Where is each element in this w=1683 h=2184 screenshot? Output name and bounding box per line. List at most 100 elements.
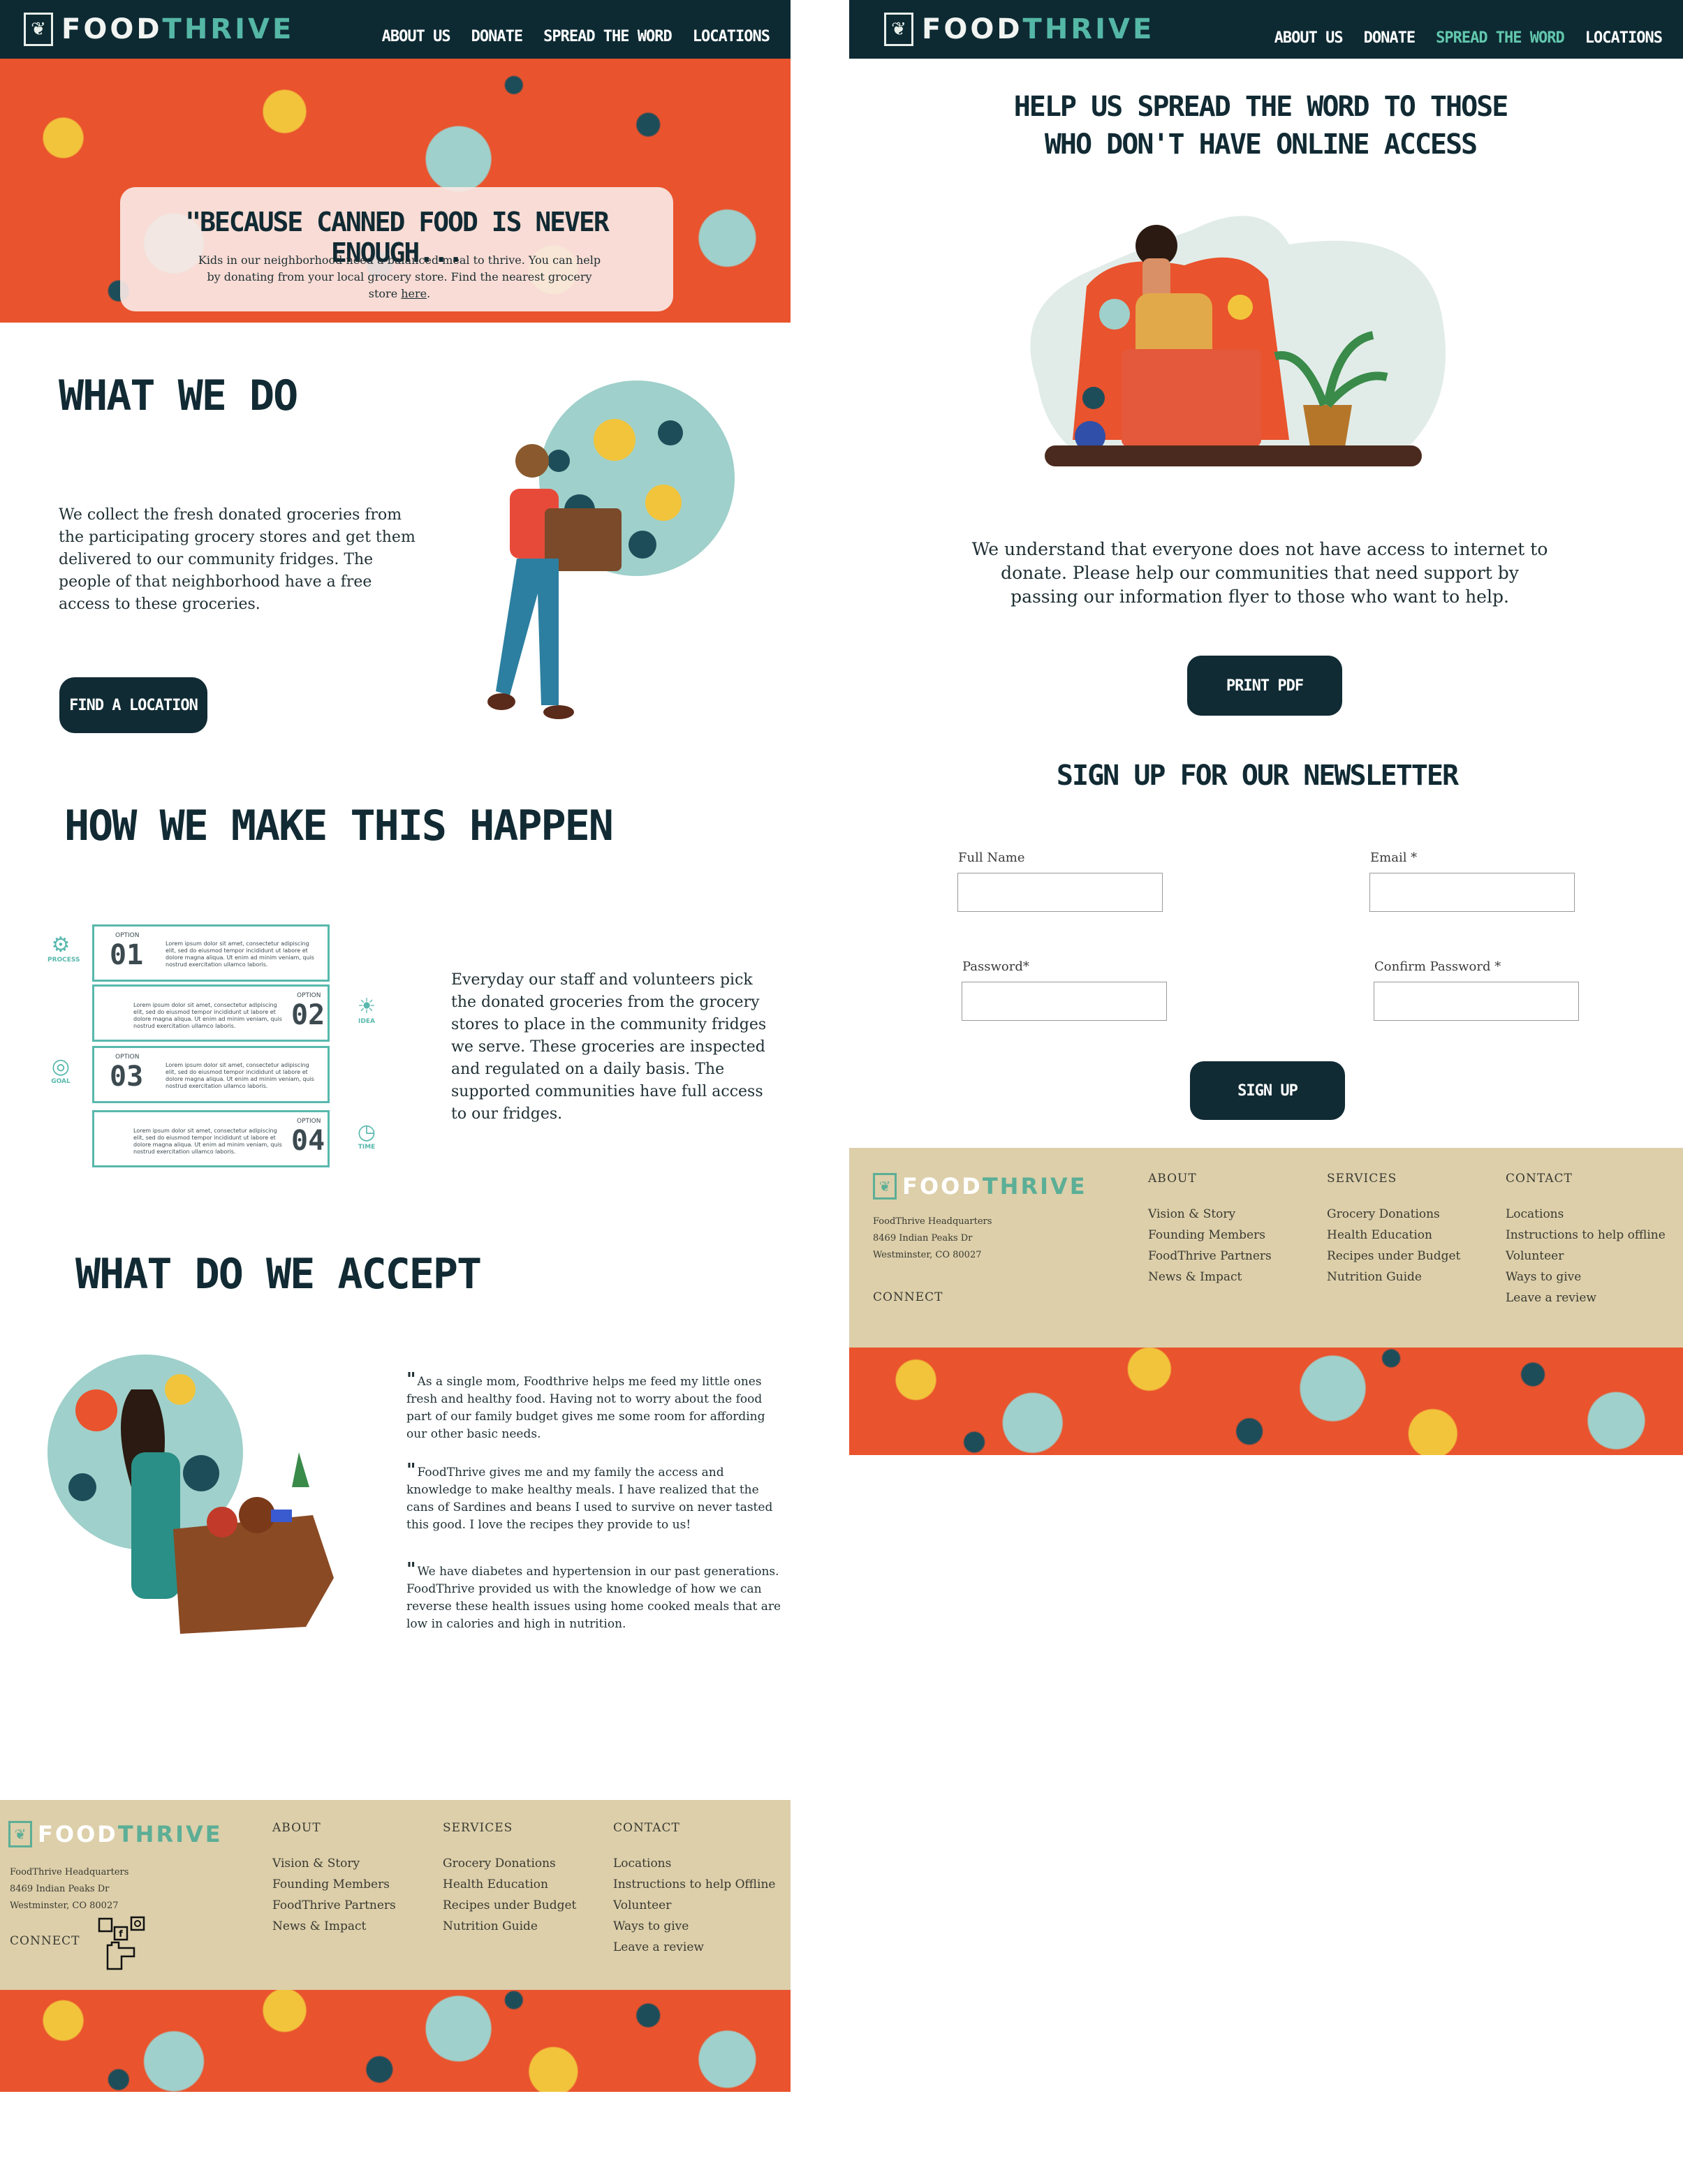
footer-link[interactable]: Volunteer (613, 1895, 776, 1916)
footer-link[interactable]: Recipes under Budget (1327, 1246, 1460, 1267)
footer-address-line: 8469 Indian Peaks Dr (873, 1233, 973, 1244)
main-nav: ABOUT US DONATE SPREAD THE WORD LOCATION… (1274, 29, 1663, 47)
hero-subtitle: Kids in our neighborhood need a balanced… (193, 252, 605, 302)
nav-spread-the-word[interactable]: SPREAD THE WORD (1436, 29, 1565, 47)
footer-services-heading: SERVICES (1327, 1172, 1397, 1186)
nav-about-us[interactable]: ABOUT US (1274, 29, 1344, 47)
footer-link[interactable]: News & Impact (272, 1916, 396, 1937)
how-we-make-text: Everyday our staff and volunteers pick t… (451, 971, 767, 1123)
footer-logo[interactable]: ❦ FOOD THRIVE (8, 1821, 223, 1847)
testimonial-1: " As a single mom, Foodthrive helps me fe… (406, 1371, 784, 1443)
leaf-icon: ❦ (873, 1173, 897, 1200)
newsletter-title: SIGN UP FOR OUR NEWSLETTER (1056, 760, 1459, 792)
nav-about-us[interactable]: ABOUT US (382, 28, 451, 45)
footer-contact-heading: CONTACT (613, 1821, 680, 1835)
option-02-label: OPTION (297, 992, 321, 999)
footer-link[interactable]: Recipes under Budget (443, 1895, 576, 1916)
testimonial-3: " We have diabetes and hypertension in ou… (406, 1559, 784, 1633)
sign-up-button[interactable]: SIGN UP (1190, 1061, 1345, 1120)
footer-link[interactable]: Grocery Donations (1327, 1204, 1460, 1225)
logo-word-thrive: THRIVE (162, 13, 295, 45)
footer-link[interactable]: Vision & Story (272, 1853, 396, 1874)
full-name-field[interactable] (957, 873, 1163, 912)
svg-text:f: f (119, 1929, 123, 1940)
footer-about-heading: ABOUT (272, 1821, 321, 1835)
spread-title: HELP US SPREAD THE WORD TO THOSE WHO DON… (849, 88, 1672, 163)
option-01-icon-label: PROCESS (47, 957, 80, 964)
confirm-password-field[interactable] (1374, 982, 1579, 1021)
target-icon: ◎ GOAL (47, 1056, 74, 1086)
option-03-card: OPTION 03 Lorem ipsum dolor sit amet, co… (92, 1046, 330, 1103)
footer-link[interactable]: Leave a review (1506, 1287, 1666, 1308)
footer-address-line: FoodThrive Headquarters (873, 1216, 992, 1227)
footer-address: FoodThrive Headquarters 8469 Indian Peak… (10, 1864, 128, 1914)
nav-donate[interactable]: DONATE (471, 28, 523, 45)
nav-locations[interactable]: LOCATIONS (693, 28, 770, 45)
footer-link[interactable]: Leave a review (613, 1937, 776, 1958)
option-03-text: Lorem ipsum dolor sit amet, consectetur … (166, 1062, 314, 1089)
social-media-icon[interactable]: f (94, 1914, 154, 1975)
footer-link[interactable]: News & Impact (1148, 1267, 1272, 1287)
footer-link[interactable]: Grocery Donations (443, 1853, 576, 1874)
nav-donate[interactable]: DONATE (1364, 29, 1416, 47)
footer-link[interactable]: Locations (1506, 1204, 1666, 1225)
woman-laptop-illustration (1030, 216, 1446, 466)
password-field[interactable] (962, 982, 1167, 1021)
spread-the-word-page: ❦ FOOD THRIVE ABOUT US DONATE SPREAD THE… (849, 0, 1683, 1459)
option-03-icon-label: GOAL (51, 1078, 71, 1085)
site-header: ❦ FOOD THRIVE ABOUT US DONATE SPREAD THE… (0, 0, 791, 59)
footer-link[interactable]: Volunteer (1506, 1246, 1666, 1267)
footer-link[interactable]: FoodThrive Partners (1148, 1246, 1272, 1267)
footer-link[interactable]: Locations (613, 1853, 776, 1874)
hero-pattern: "BECAUSE CANNED FOOD IS NEVER ENOUGH... … (0, 59, 791, 323)
hero-here-link[interactable]: here (401, 287, 427, 300)
footer-link[interactable]: Founding Members (1148, 1225, 1272, 1246)
gear-icon: ⚙ PROCESS (47, 933, 80, 964)
footer-pattern-band (849, 1348, 1683, 1455)
email-label: Email * (1370, 850, 1418, 865)
footer-services-column: SERVICES Grocery Donations Health Educat… (1327, 1172, 1460, 1287)
footer-link[interactable]: Founding Members (272, 1874, 396, 1895)
option-04-card: Lorem ipsum dolor sit amet, consectetur … (92, 1110, 330, 1167)
hero-subtitle-text: Kids in our neighborhood need a balanced… (198, 253, 601, 300)
footer-link[interactable]: Instructions to help Offline (613, 1874, 776, 1895)
footer-logo-word-thrive: THRIVE (982, 1173, 1087, 1200)
footer-link[interactable]: Ways to give (1506, 1267, 1666, 1287)
option-02-text: Lorem ipsum dolor sit amet, consectetur … (133, 1002, 282, 1029)
find-location-button[interactable]: FIND A LOCATION (59, 677, 207, 733)
footer-link[interactable]: Health Education (1327, 1225, 1460, 1246)
footer-link[interactable]: Nutrition Guide (1327, 1267, 1460, 1287)
option-01-label: OPTION (115, 932, 140, 939)
footer-link[interactable]: Nutrition Guide (443, 1916, 576, 1937)
option-03-label: OPTION (115, 1054, 140, 1061)
option-01-card: OPTION 01 Lorem ipsum dolor sit amet, co… (92, 924, 330, 982)
spread-title-line-2: WHO DON'T HAVE ONLINE ACCESS (1044, 128, 1478, 161)
print-pdf-button[interactable]: PRINT PDF (1187, 656, 1342, 716)
footer-logo[interactable]: ❦ FOOD THRIVE (873, 1173, 1087, 1200)
hero-subtitle-end: . (427, 287, 431, 300)
site-logo[interactable]: ❦ FOOD THRIVE (24, 8, 294, 50)
footer-link[interactable]: Instructions to help offline (1506, 1225, 1666, 1246)
nav-locations[interactable]: LOCATIONS (1585, 29, 1663, 47)
footer-link[interactable]: FoodThrive Partners (272, 1895, 396, 1916)
option-02-card: Lorem ipsum dolor sit amet, consectetur … (92, 984, 330, 1042)
footer-link[interactable]: Health Education (443, 1874, 576, 1895)
option-01-text: Lorem ipsum dolor sit amet, consectetur … (166, 940, 314, 968)
footer-link[interactable]: Ways to give (613, 1916, 776, 1937)
spread-title-line-1: HELP US SPREAD THE WORD TO THOSE (1013, 91, 1509, 123)
quote-mark-icon: " (406, 1559, 416, 1580)
footer-connect-label: CONNECT (10, 1934, 80, 1948)
option-02-icon-label: IDEA (358, 1018, 375, 1025)
footer-about-column: ABOUT Vision & Story Founding Members Fo… (272, 1821, 396, 1937)
site-header: ❦ FOOD THRIVE ABOUT US DONATE SPREAD THE… (849, 0, 1683, 59)
footer: ❦ FOOD THRIVE FoodThrive Headquarters 84… (849, 1148, 1683, 1348)
site-logo[interactable]: ❦ FOOD THRIVE (884, 8, 1154, 50)
quote-mark-icon: " (406, 1369, 416, 1390)
footer-link[interactable]: Vision & Story (1148, 1204, 1272, 1225)
nav-spread-the-word[interactable]: SPREAD THE WORD (543, 28, 673, 45)
footer-contact-column: CONTACT Locations Instructions to help O… (613, 1821, 776, 1958)
footer-address-line: FoodThrive Headquarters (10, 1867, 129, 1877)
email-field[interactable] (1369, 873, 1575, 912)
full-name-label: Full Name (958, 850, 1025, 865)
footer-contact-heading: CONTACT (1506, 1172, 1573, 1186)
